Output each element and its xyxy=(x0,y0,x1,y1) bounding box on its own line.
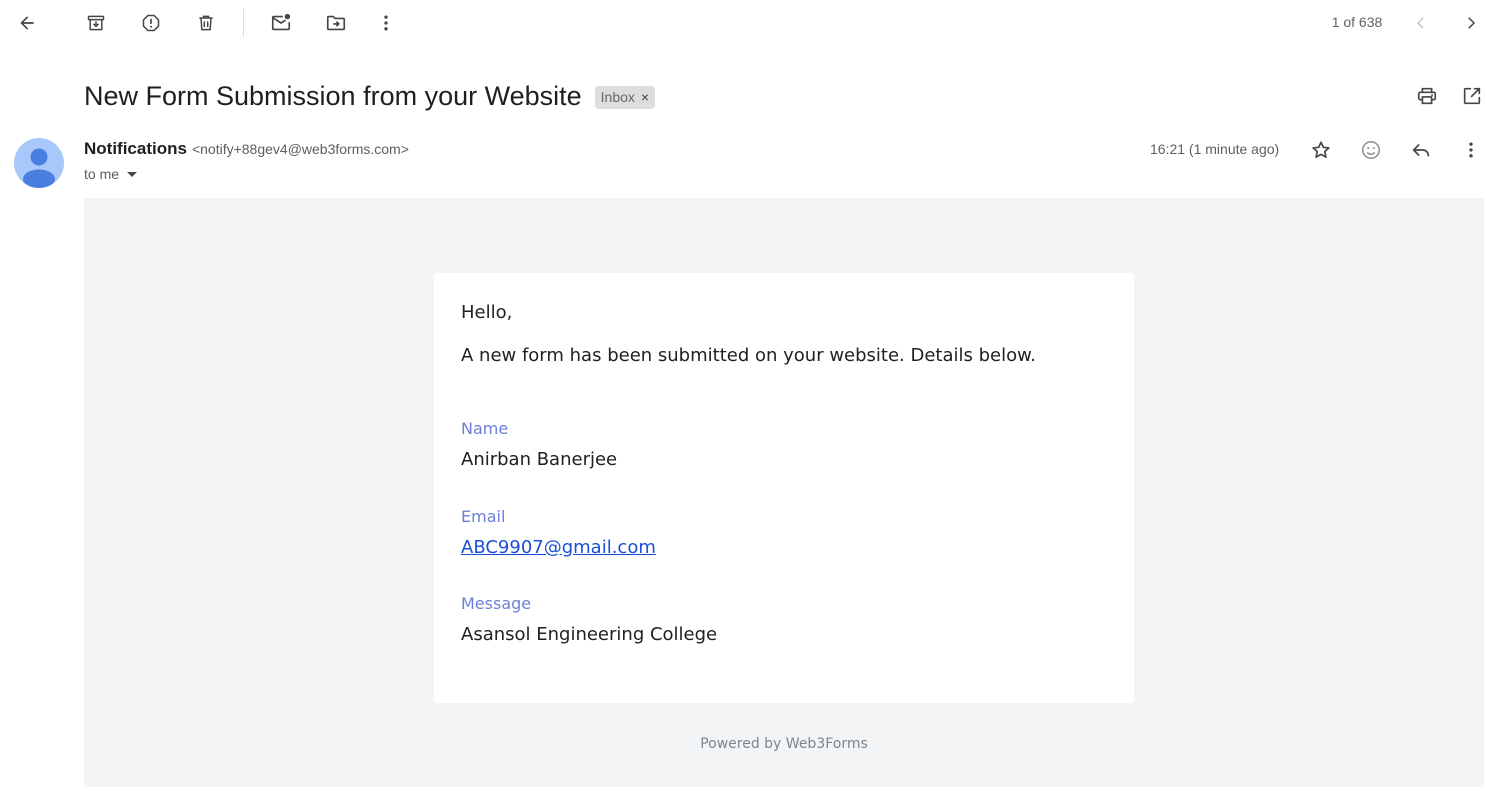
mark-unread-button[interactable] xyxy=(263,5,299,41)
more-vert-icon xyxy=(1469,142,1473,158)
remove-label-button[interactable]: × xyxy=(641,89,649,105)
reply-button[interactable] xyxy=(1403,132,1439,168)
open-in-new-window-button[interactable] xyxy=(1454,78,1486,114)
field-message: Message Asansol Engineering College xyxy=(461,594,717,645)
delete-button[interactable] xyxy=(188,5,224,41)
label-text: Inbox xyxy=(600,89,635,105)
move-to-button[interactable] xyxy=(318,5,354,41)
move-to-folder-icon xyxy=(326,15,346,31)
mark-unread-icon xyxy=(271,13,291,31)
form-details-card: Hello, A new form has been submitted on … xyxy=(434,273,1134,703)
sender-line: Notifications <notify+88gev4@web3forms.c… xyxy=(84,139,409,161)
report-spam-icon xyxy=(142,14,160,32)
trash-icon xyxy=(199,15,213,31)
inbox-label-chip[interactable]: Inbox × xyxy=(594,85,656,109)
field-email: Email ABC9907@gmail.com xyxy=(461,507,656,558)
print-button[interactable] xyxy=(1409,78,1445,114)
star-button[interactable] xyxy=(1303,132,1339,168)
report-spam-button[interactable] xyxy=(133,5,169,41)
star-icon xyxy=(1312,141,1330,158)
archive-button[interactable] xyxy=(78,5,114,41)
avatar[interactable] xyxy=(14,138,64,188)
intro-text: A new form has been submitted on your we… xyxy=(461,345,1036,366)
open-in-new-icon xyxy=(1463,87,1481,105)
arrow-left-icon xyxy=(20,16,34,30)
powered-by-footer: Powered by Web3Forms xyxy=(700,736,868,752)
field-label: Name xyxy=(461,419,509,438)
sender-email: <notify+88gev4@web3forms.com> xyxy=(191,141,409,157)
message-body: Hello, A new form has been submitted on … xyxy=(84,198,1484,787)
email-timestamp: 16:21 (1 minute ago) xyxy=(1150,141,1280,157)
person-icon xyxy=(23,148,55,188)
chevron-right-icon xyxy=(1468,17,1476,29)
recipient-details-toggle[interactable]: to me xyxy=(84,166,138,182)
pagination-count: 1 of 638 xyxy=(1331,14,1383,30)
back-button[interactable] xyxy=(9,5,45,41)
add-reaction-button[interactable] xyxy=(1353,132,1389,168)
newer-button[interactable] xyxy=(1403,5,1439,41)
field-label: Email xyxy=(461,507,506,526)
field-label: Message xyxy=(461,594,532,613)
recipient-text: to me xyxy=(84,166,120,182)
caret-down-icon xyxy=(127,171,138,177)
print-icon xyxy=(1417,87,1437,105)
field-value: Asansol Engineering College xyxy=(461,624,718,645)
more-vert-icon xyxy=(384,15,388,31)
greeting-text: Hello, xyxy=(461,302,513,323)
field-value-wrapper: ABC9907@gmail.com xyxy=(461,537,656,558)
email-subject: New Form Submission from your Website xyxy=(84,80,582,111)
email-link[interactable]: ABC9907@gmail.com xyxy=(461,537,656,558)
emoji-icon xyxy=(1362,141,1380,159)
archive-icon xyxy=(87,15,105,31)
more-options-button[interactable] xyxy=(368,5,404,41)
reply-icon xyxy=(1412,143,1430,157)
field-name: Name Anirban Banerjee xyxy=(461,419,617,470)
field-value: Anirban Banerjee xyxy=(461,449,618,470)
subject-row: New Form Submission from your Website In… xyxy=(84,78,656,114)
message-toolbar: 1 of 638 xyxy=(0,0,1486,46)
toolbar-divider xyxy=(243,9,244,37)
older-button[interactable] xyxy=(1453,5,1486,41)
sender-name[interactable]: Notifications xyxy=(84,139,187,159)
message-more-button[interactable] xyxy=(1453,132,1486,168)
chevron-left-icon xyxy=(1416,17,1424,29)
